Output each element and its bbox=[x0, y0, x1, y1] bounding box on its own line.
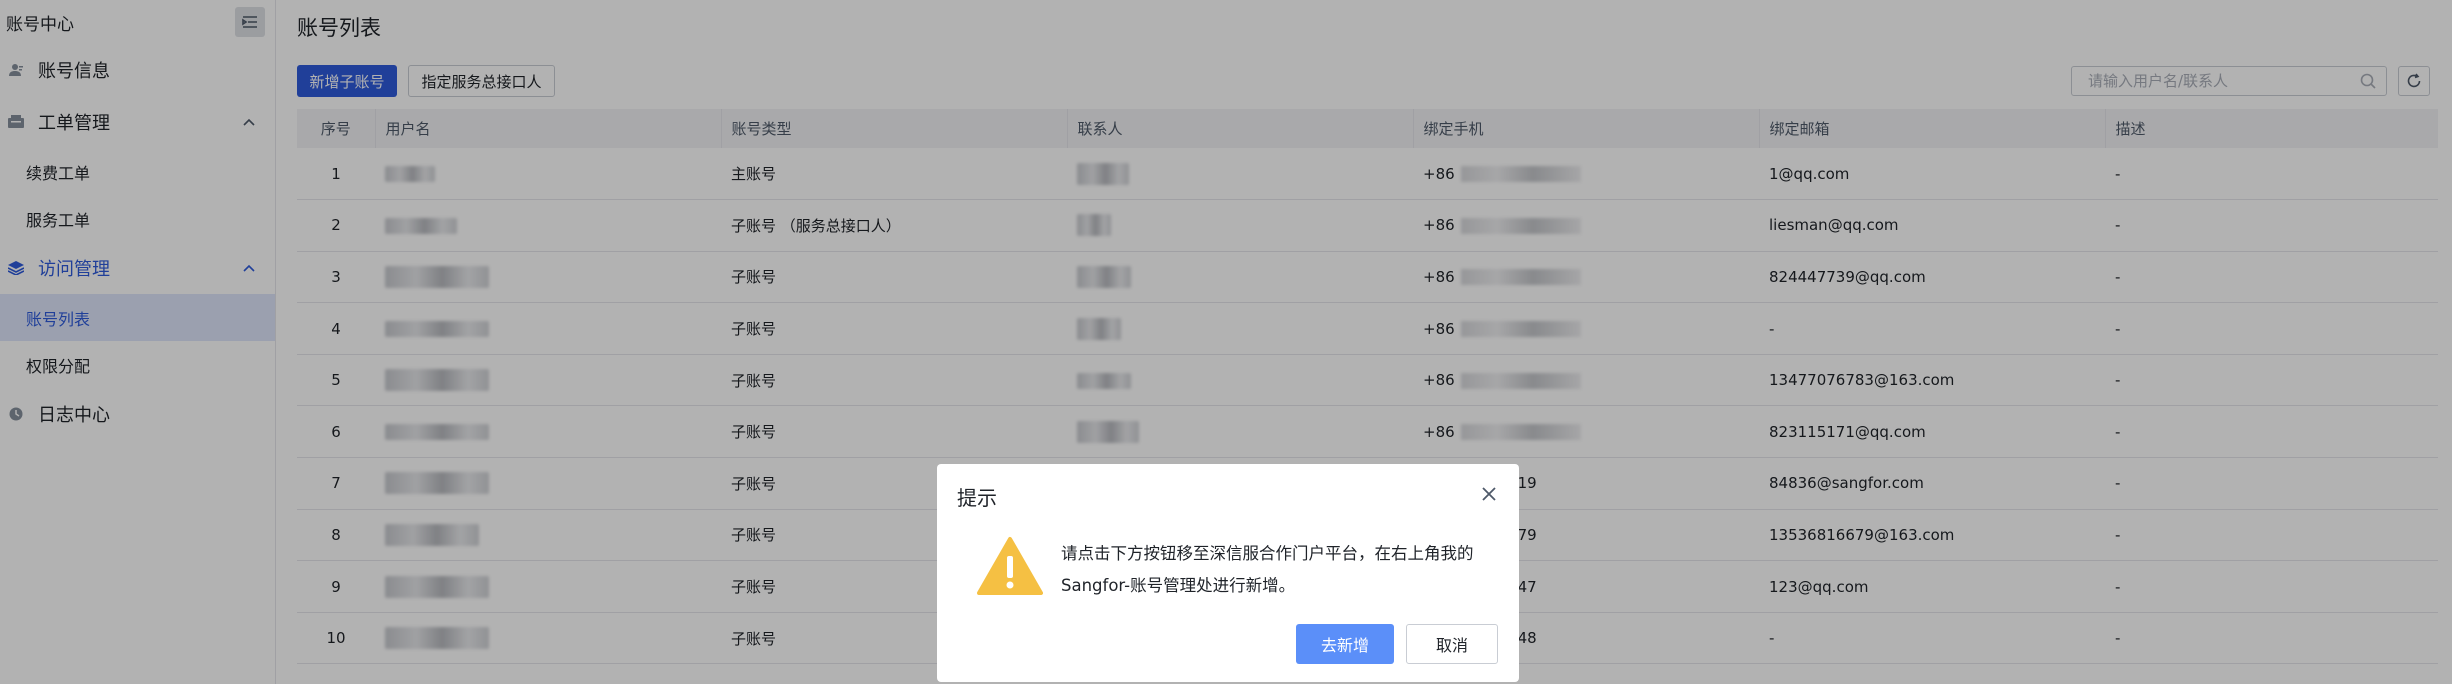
go-add-button[interactable]: 去新增 bbox=[1296, 624, 1394, 664]
prompt-dialog: 提示 请点击下方按钮移至深信服合作门户平台，在右上角我的Sangfor-账号管理… bbox=[937, 464, 1519, 682]
dialog-message: 请点击下方按钮移至深信服合作门户平台，在右上角我的Sangfor-账号管理处进行… bbox=[1061, 544, 1474, 595]
cancel-button[interactable]: 取消 bbox=[1406, 624, 1498, 664]
close-button[interactable] bbox=[1479, 484, 1499, 504]
close-icon bbox=[1482, 487, 1496, 501]
warning-icon bbox=[977, 537, 1043, 595]
dialog-title: 提示 bbox=[957, 486, 997, 510]
